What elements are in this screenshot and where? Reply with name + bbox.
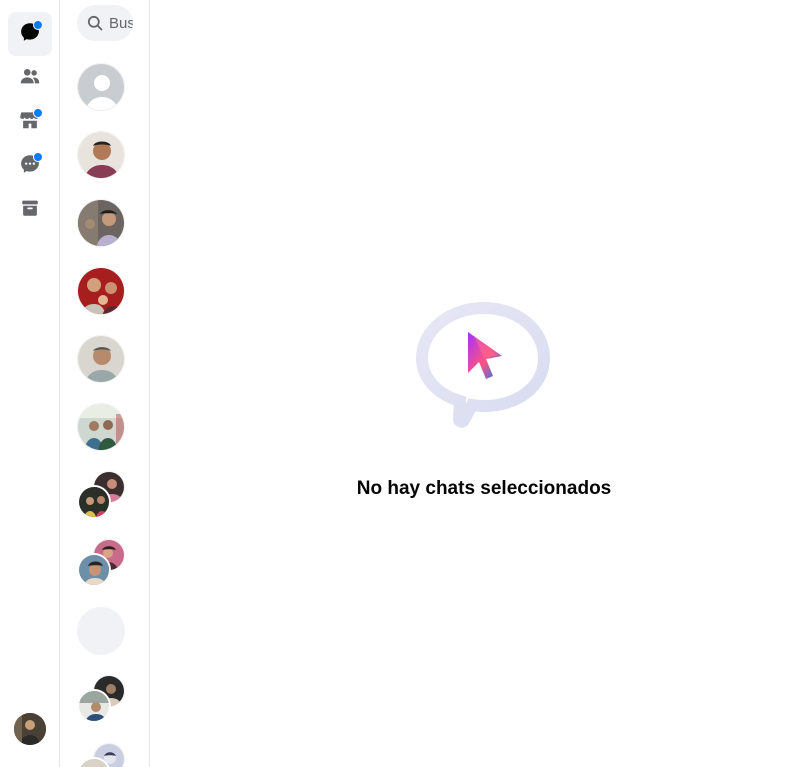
messenger-app: No hay chats seleccionados bbox=[0, 0, 802, 767]
chat-list bbox=[61, 0, 150, 767]
chat-list-item[interactable] bbox=[77, 131, 125, 179]
nav-rail bbox=[0, 0, 60, 767]
chat-list-item[interactable] bbox=[77, 471, 125, 519]
avatar bbox=[77, 199, 125, 247]
unread-badge bbox=[33, 20, 43, 30]
chat-list-item[interactable] bbox=[77, 743, 125, 767]
chat-list-item[interactable] bbox=[77, 335, 125, 383]
archive-icon bbox=[19, 197, 41, 224]
chat-list-item[interactable] bbox=[77, 539, 125, 587]
chat-list-item[interactable] bbox=[77, 607, 125, 655]
no-chat-selected-illustration bbox=[414, 301, 554, 430]
avatar bbox=[77, 403, 125, 451]
avatar bbox=[77, 267, 125, 315]
search-icon bbox=[87, 15, 103, 31]
nav-chats-button[interactable] bbox=[8, 12, 52, 56]
unread-badge bbox=[33, 152, 43, 162]
chat-list-item[interactable] bbox=[77, 675, 125, 723]
chat-list-item[interactable] bbox=[77, 199, 125, 247]
chat-list-item[interactable] bbox=[77, 403, 125, 451]
people-icon bbox=[19, 65, 41, 92]
nav-message-requests-button[interactable] bbox=[8, 144, 52, 188]
avatar bbox=[77, 689, 111, 723]
chat-list-item[interactable] bbox=[77, 267, 125, 315]
search-box[interactable] bbox=[77, 5, 133, 41]
nav-people-button[interactable] bbox=[8, 56, 52, 100]
empty-state-text: No hay chats seleccionados bbox=[356, 478, 612, 499]
conversation-pane: No hay chats seleccionados bbox=[150, 0, 802, 767]
unread-badge bbox=[33, 108, 43, 118]
avatar bbox=[77, 607, 125, 655]
avatar bbox=[77, 131, 125, 179]
avatar bbox=[77, 335, 125, 383]
chat-list-item[interactable] bbox=[77, 63, 125, 111]
profile-avatar[interactable] bbox=[14, 713, 46, 745]
nav-marketplace-button[interactable] bbox=[8, 100, 52, 144]
nav-archive-button[interactable] bbox=[8, 188, 52, 232]
search-input[interactable] bbox=[109, 14, 133, 32]
avatar bbox=[77, 553, 111, 587]
avatar bbox=[77, 485, 111, 519]
avatar bbox=[77, 63, 125, 111]
